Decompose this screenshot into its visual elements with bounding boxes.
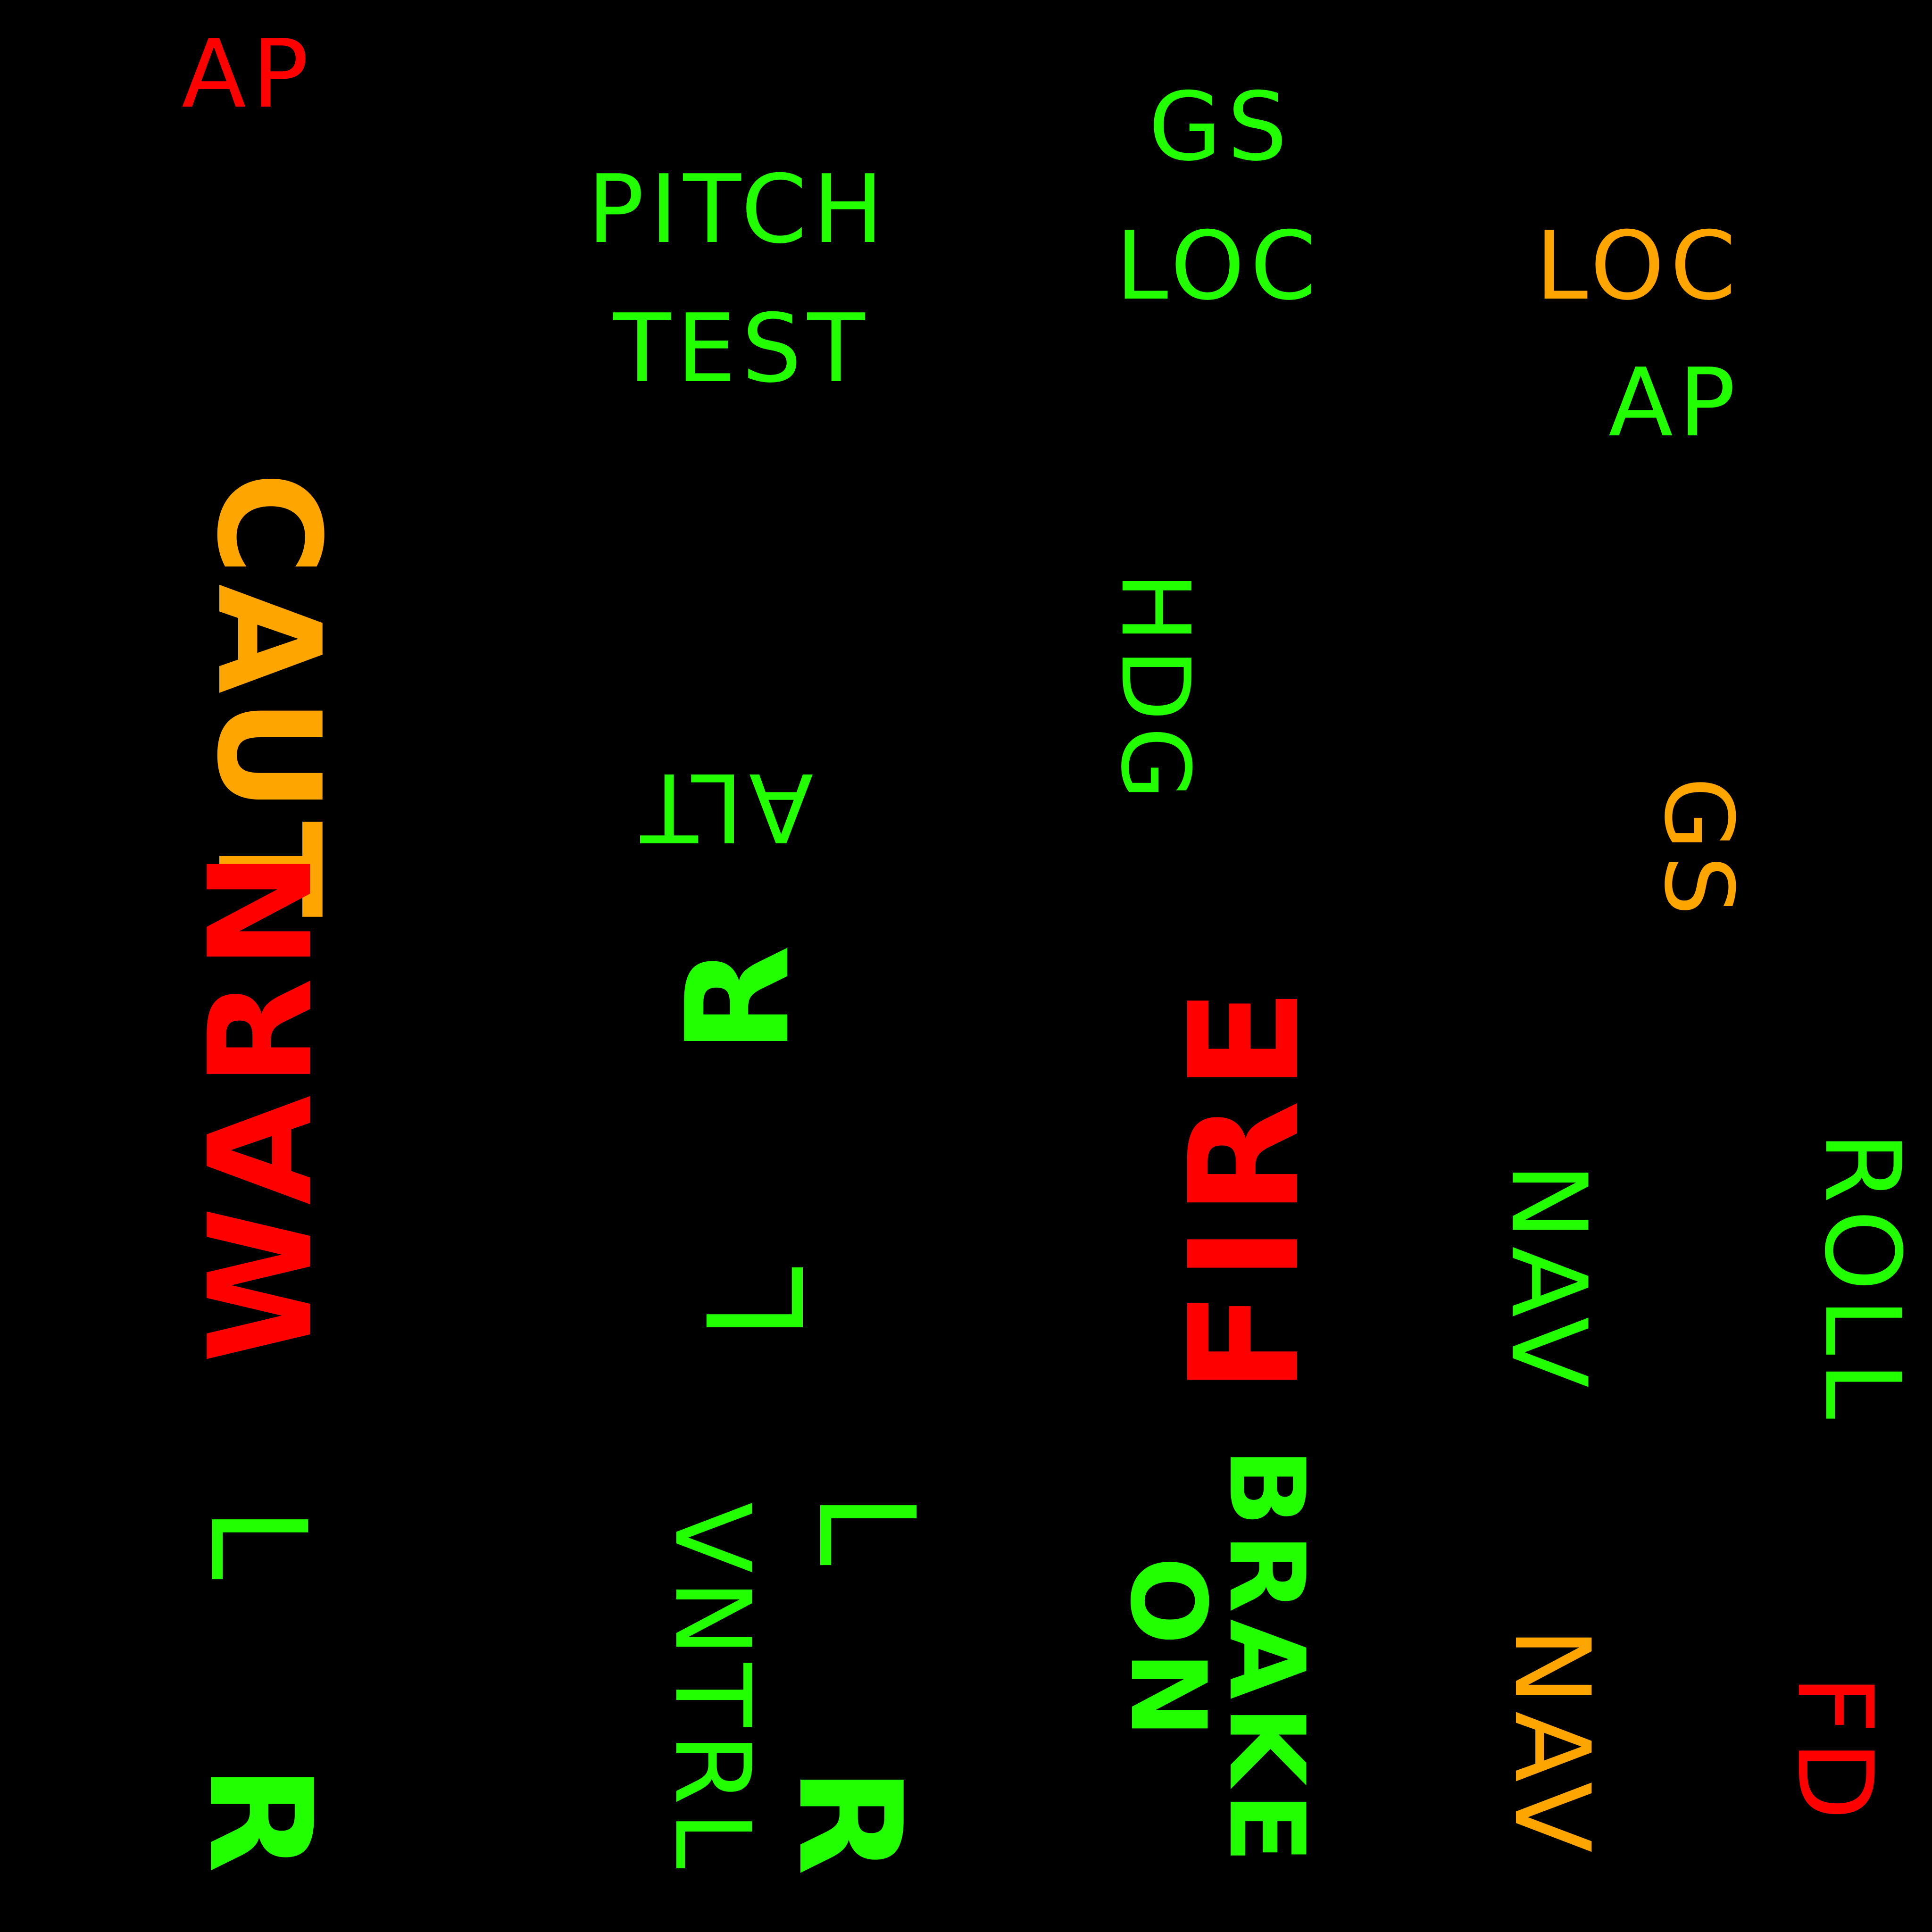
annunciator-nav-lower: NAV [1491,1627,1612,1859]
annunciator-l-bottom-center: L [789,1492,942,1574]
annunciator-warn: WARN [179,842,343,1363]
brake-on-line-2: ON [1108,1557,1228,1744]
annunciator-l-center: L [681,1258,834,1341]
annunciator-panel: AP PITCH TEST GS LOC LOC AP CAUT HDG ALT… [0,0,1932,1932]
annunciator-roll: ROLL [1802,1131,1923,1425]
annunciator-ap-top-left: AP [182,19,315,129]
annunciator-nav-upper: NAV [1488,1162,1609,1394]
annunciator-r-bottom-center: R [767,1766,932,1884]
annunciator-gs-right: GS [1643,777,1753,921]
annunciator-r-center: R [656,936,821,1054]
annunciator-l-bottom-left: L [180,1506,334,1588]
annunciator-alt: ALT [634,752,814,862]
annunciator-ap-right: AP [1608,348,1741,458]
annunciator-loc-right: LOC [1535,211,1742,321]
annunciator-loc-center: LOC [1116,211,1322,321]
annunciator-hdg: HDG [1100,572,1210,806]
annunciator-fd: FD [1774,1674,1895,1827]
annunciator-caut: CAUT [186,472,350,926]
annunciator-r-bottom-left: R [177,1764,342,1882]
brake-on-line-1: BRAKE [1206,1448,1327,1870]
annunciator-pitch: PITCH [587,155,890,265]
annunciator-brake-on: BRAKE ON [1108,1448,1327,1870]
annunciator-vntrl: VNTRL [652,1502,773,1875]
annunciator-gs-top: GS [1149,72,1293,182]
annunciator-fire: FIRE [1158,979,1333,1394]
annunciator-test: TEST [613,294,871,404]
